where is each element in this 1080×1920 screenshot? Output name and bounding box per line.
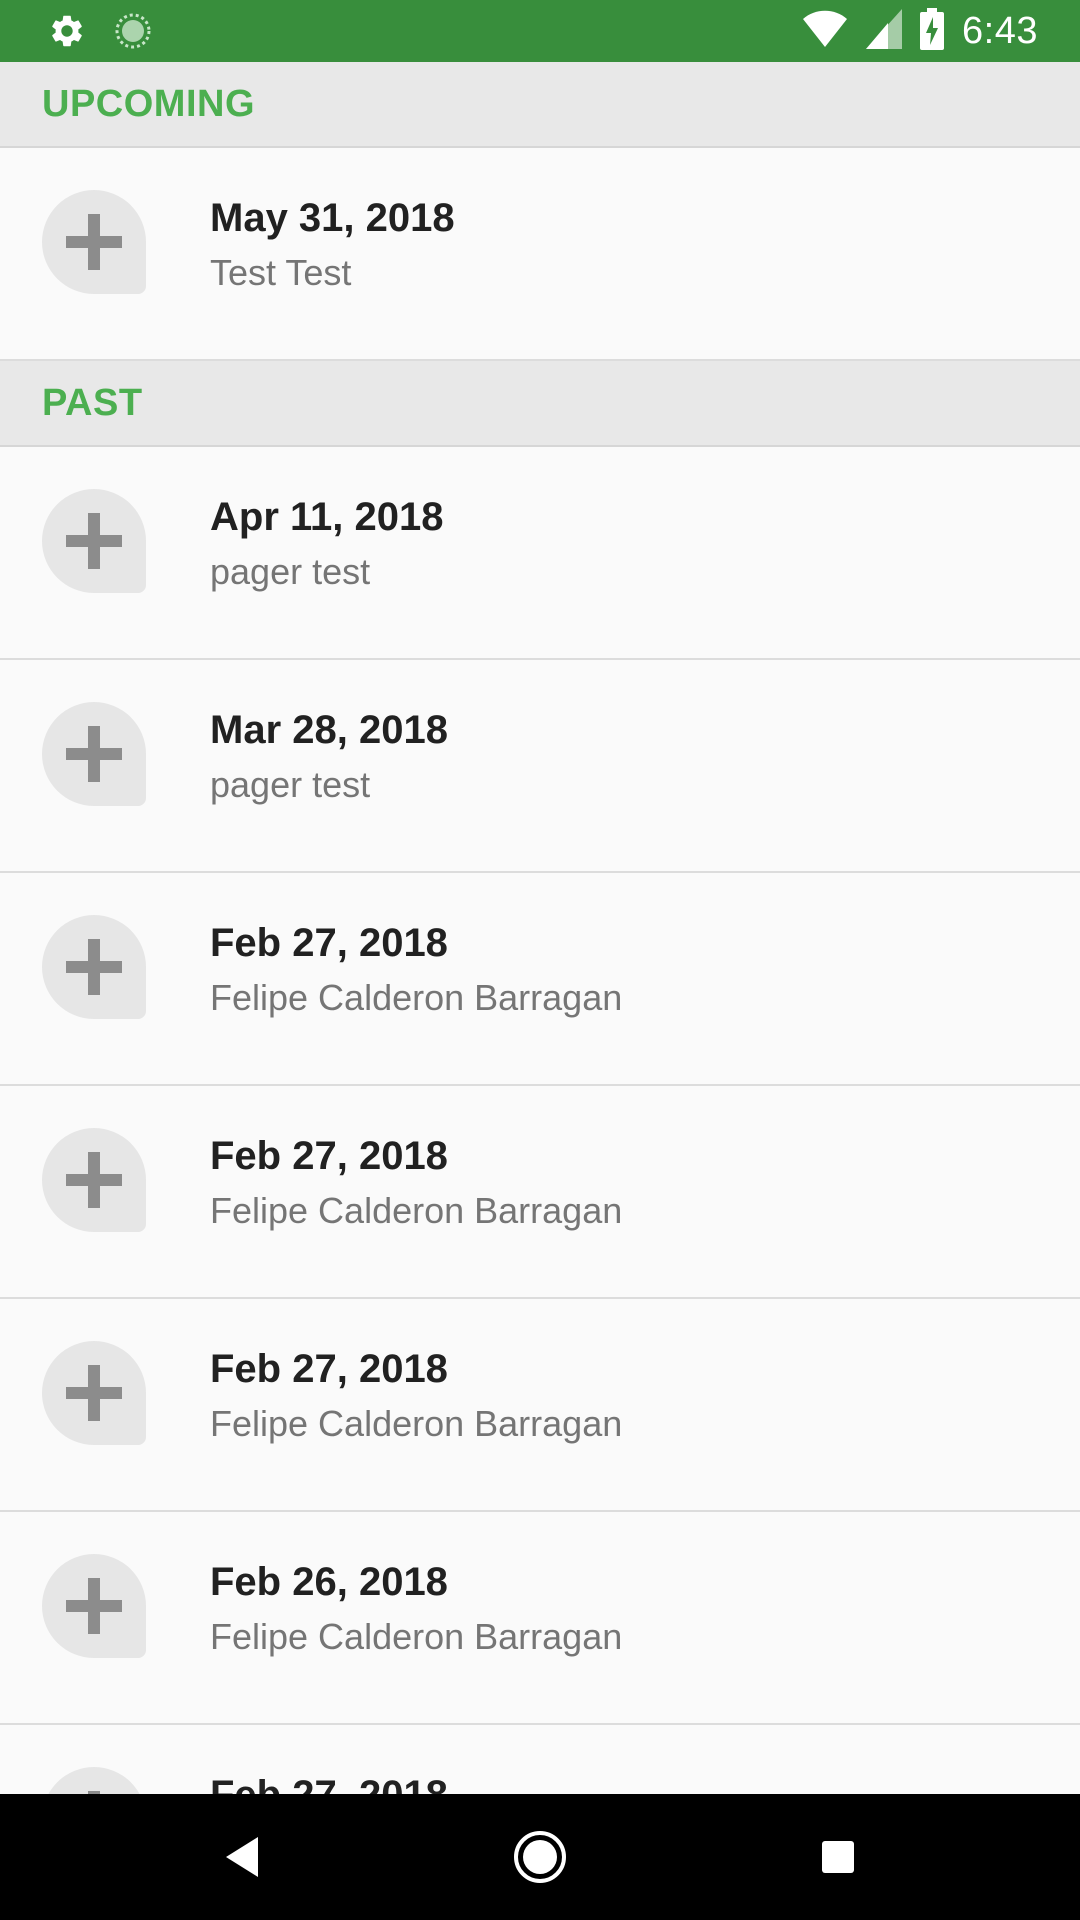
item-date: Feb 26, 2018 [210, 1560, 448, 1604]
section-header-past: PAST [0, 361, 1080, 447]
item-name: Test Test [210, 252, 352, 293]
status-bar: 6:43 [0, 0, 1080, 62]
list-item[interactable]: Feb 27, 2018 Felipe Calderon Barragan [0, 873, 1080, 1086]
item-date: Feb 27, 2018 [210, 1347, 448, 1391]
item-name: pager test [210, 764, 371, 805]
section-header-upcoming: UPCOMING [0, 62, 1080, 148]
list-item[interactable]: Feb 27, 2018 Felipe Calderon Barragan [0, 1086, 1080, 1299]
back-button[interactable] [207, 1822, 277, 1892]
plus-icon [66, 1152, 122, 1208]
item-name: Felipe Calderon Barragan [210, 977, 623, 1018]
plus-icon [66, 726, 122, 782]
plus-icon [66, 1365, 122, 1421]
back-icon [226, 1837, 258, 1877]
settings-icon [48, 12, 86, 55]
home-button[interactable] [505, 1822, 575, 1892]
list-item[interactable]: May 31, 2018 Test Test [0, 148, 1080, 361]
schedule-list[interactable]: UPCOMING May 31, 2018 Test Test PAST Apr… [0, 62, 1080, 1794]
list-item[interactable]: Mar 28, 2018 pager test [0, 660, 1080, 873]
section-title: PAST [42, 381, 143, 424]
item-name: Felipe Calderon Barragan [210, 1403, 623, 1444]
plus-icon [66, 214, 122, 270]
plus-icon [66, 939, 122, 995]
add-avatar [42, 1128, 146, 1232]
battery-charging-icon [920, 7, 945, 55]
list-item[interactable]: Feb 27, 2018 [0, 1725, 1080, 1794]
item-name: Felipe Calderon Barragan [210, 1190, 623, 1231]
add-avatar [42, 702, 146, 806]
add-avatar [42, 1554, 146, 1658]
recents-button[interactable] [803, 1822, 873, 1892]
list-item[interactable]: Feb 26, 2018 Felipe Calderon Barragan [0, 1512, 1080, 1725]
plus-icon [66, 513, 122, 569]
status-time: 6:43 [962, 9, 1038, 52]
recents-icon [822, 1841, 854, 1873]
add-avatar [42, 489, 146, 593]
navigation-bar [0, 1794, 1080, 1920]
list-item[interactable]: Apr 11, 2018 pager test [0, 447, 1080, 660]
sync-circle-icon [114, 12, 152, 55]
add-avatar [42, 1767, 146, 1794]
plus-icon [66, 1578, 122, 1634]
item-date: Feb 27, 2018 [210, 1773, 448, 1794]
item-date: Apr 11, 2018 [210, 495, 444, 539]
item-date: Feb 27, 2018 [210, 921, 448, 965]
item-date: May 31, 2018 [210, 196, 455, 240]
list-item[interactable]: Feb 27, 2018 Felipe Calderon Barragan [0, 1299, 1080, 1512]
add-avatar [42, 915, 146, 1019]
wifi-icon [802, 9, 848, 54]
section-title: UPCOMING [42, 82, 255, 125]
add-avatar [42, 190, 146, 294]
home-icon [514, 1831, 566, 1883]
item-name: Felipe Calderon Barragan [210, 1616, 623, 1657]
item-date: Feb 27, 2018 [210, 1134, 448, 1178]
add-avatar [42, 1341, 146, 1445]
item-name: pager test [210, 551, 371, 592]
item-date: Mar 28, 2018 [210, 708, 448, 752]
signal-icon [866, 8, 903, 54]
